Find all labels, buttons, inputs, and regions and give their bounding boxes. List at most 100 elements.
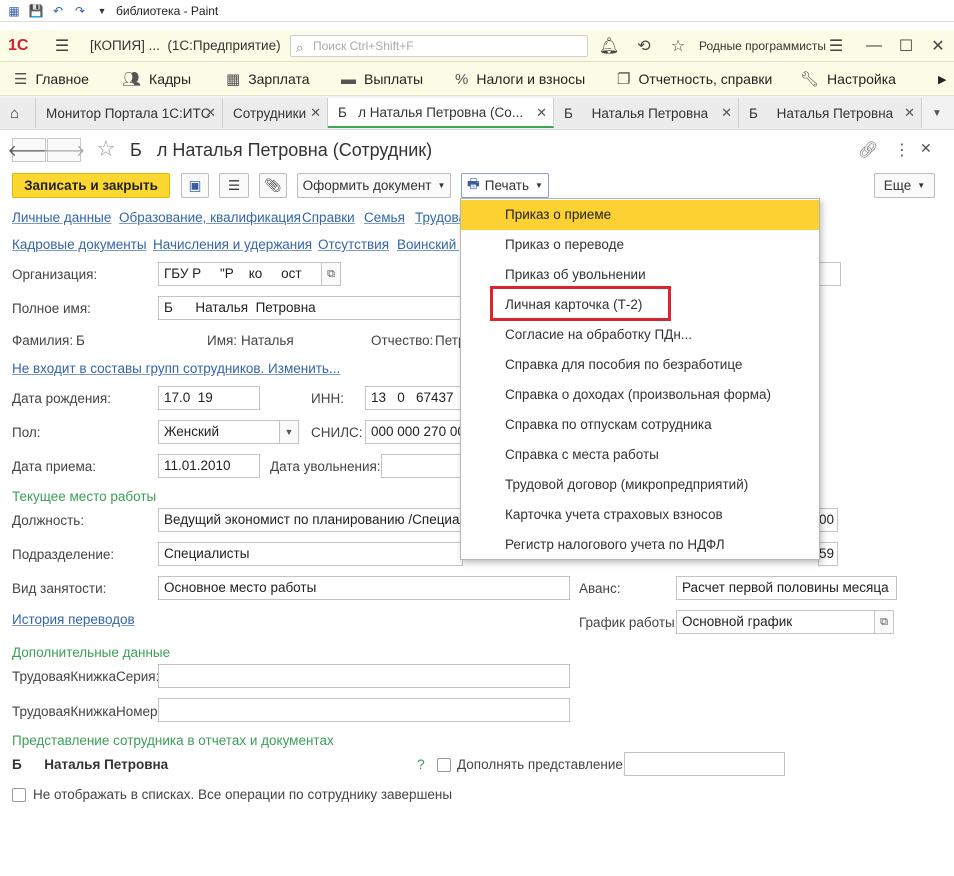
percent-icon: % [455, 70, 469, 88]
star-icon[interactable]: ☆ [668, 36, 688, 56]
user-name[interactable]: Родные программисты [699, 39, 826, 53]
position-field[interactable]: Ведущий экономист по планированию /Специ… [158, 508, 463, 532]
print-item-pd-consent[interactable]: Согласие на обработку ПДн... [461, 320, 819, 350]
customize-icon[interactable]: ▼ [94, 4, 110, 18]
save-and-close-button[interactable]: Записать и закрыть [12, 173, 170, 198]
link-certificates[interactable]: Справки [302, 210, 355, 225]
fullname-field[interactable]: Б Наталья Петровна [158, 296, 463, 320]
wrench-icon: 🔧︎ [800, 71, 820, 88]
menu-main[interactable]: ☰ Главное [14, 62, 89, 96]
print-item-unemployment-cert[interactable]: Справка для пособия по безработице [461, 350, 819, 380]
settings-menu-icon[interactable]: ☰ [826, 36, 846, 56]
print-item-ndfl-register[interactable]: Регистр налогового учета по НДФЛ [461, 530, 819, 560]
help-icon[interactable]: ? [417, 756, 425, 772]
bell-icon[interactable]: 🔔︎ [599, 36, 619, 56]
link-education[interactable]: Образование, квалификация [119, 210, 301, 225]
tab-employee-2[interactable]: Б Наталья Петровна ✕ [554, 98, 739, 128]
hire-label: Дата приема: [12, 459, 97, 474]
menu-settings[interactable]: 🔧︎ Настройка [800, 62, 896, 96]
schedule-open-button[interactable]: ⧉ [874, 610, 894, 634]
department-right-field[interactable]: 59 [818, 542, 838, 566]
hamburger-icon[interactable]: ☰ [52, 36, 72, 56]
org-field[interactable]: ГБУ Р "Р ко ост [158, 262, 322, 286]
more-vertical-icon[interactable]: ⋮ [894, 140, 910, 160]
menu-more-arrow[interactable]: ▶ [938, 62, 946, 96]
tab-employee-card-active[interactable]: Б л Наталья Петровна (Со... ✕ [328, 98, 554, 128]
forward-button[interactable]: 🡒 [43, 138, 85, 162]
tab-employees[interactable]: Сотрудники ✕ [223, 98, 328, 128]
print-button[interactable]: 🖶︎ Печать ▼ [461, 173, 549, 198]
sex-select[interactable]: Женский [158, 420, 280, 444]
department-field[interactable]: Специалисты [158, 542, 463, 566]
close-form-icon[interactable]: ✕ [920, 140, 932, 157]
favorite-star-icon[interactable]: ☆ [96, 136, 116, 162]
menu-taxes[interactable]: % Налоги и взносы [455, 62, 585, 96]
groups-link[interactable]: Не входит в составы групп сотрудников. И… [12, 361, 340, 376]
maximize-icon[interactable]: ☐ [896, 36, 916, 56]
undo-icon[interactable]: ↶ [50, 4, 66, 18]
snils-field[interactable]: 000 000 270 00 [365, 420, 462, 444]
transfer-history-link[interactable]: История переводов [12, 612, 135, 627]
hire-date-field[interactable]: 11.01.2010 [158, 454, 260, 478]
create-document-button[interactable]: Оформить документ ▼ [297, 173, 451, 198]
tab-employee-3[interactable]: Б Наталья Петровна ✕ [739, 98, 922, 128]
print-item-transfer-order[interactable]: Приказ о переводе [461, 230, 819, 260]
back-button[interactable]: 🡐 [8, 138, 50, 162]
menu-icon: ☰ [14, 71, 28, 88]
schedule-field[interactable]: Основной график [676, 610, 875, 634]
advance-field[interactable]: Расчет первой половины месяца [676, 576, 897, 600]
history-icon[interactable]: ⟲ [634, 36, 654, 56]
fire-date-field[interactable] [381, 454, 462, 478]
menu-hr[interactable]: 👥︎ Кадры [122, 62, 191, 96]
link-military[interactable]: Воинский у [397, 237, 467, 252]
link-icon[interactable]: 🔗︎ [858, 140, 878, 160]
link-personal-data[interactable]: Личные данные [12, 210, 111, 225]
redo-icon[interactable]: ↷ [72, 4, 88, 18]
minimize-icon[interactable]: — [864, 36, 884, 56]
position-right-field[interactable]: 00 [818, 508, 838, 532]
close-window-icon[interactable]: ✕ [928, 36, 948, 56]
close-tab-icon[interactable]: ✕ [904, 105, 915, 121]
menu-reports[interactable]: ❐ Отчетность, справки [617, 62, 772, 96]
menu-salary[interactable]: ▦ Зарплата [226, 62, 310, 96]
link-family[interactable]: Семья [364, 210, 405, 225]
close-tab-icon[interactable]: ✕ [205, 105, 216, 121]
calculator-icon: ▦ [226, 71, 241, 88]
attach-button[interactable]: 📎︎ [259, 173, 287, 198]
list-button[interactable]: ☰ [219, 173, 249, 198]
more-button[interactable]: Еще ▼ [874, 173, 935, 198]
employment-field[interactable]: Основное место работы [158, 576, 570, 600]
complement-field[interactable] [624, 752, 785, 776]
close-tab-icon[interactable]: ✕ [310, 105, 321, 121]
search-input[interactable]: ⌕ Поиск Ctrl+Shift+F [290, 35, 588, 57]
link-labor[interactable]: Трудова [415, 210, 466, 225]
search-icon: ⌕ [296, 40, 304, 55]
birth-date-field[interactable]: 17.0 19 [158, 386, 260, 410]
link-hr-documents[interactable]: Кадровые документы [12, 237, 147, 252]
book-number-field[interactable] [158, 698, 570, 722]
print-item-insurance-card[interactable]: Карточка учета страховых взносов [461, 500, 819, 530]
hide-checkbox[interactable] [12, 788, 26, 802]
tab-portal-monitor[interactable]: Монитор Портала 1С:ИТС ✕ [36, 98, 223, 128]
print-item-work-cert[interactable]: Справка с места работы [461, 440, 819, 470]
save-icon[interactable]: 💾 [28, 4, 44, 18]
representation-name: Б Наталья Петровна [12, 757, 169, 772]
tabs-dropdown-icon[interactable]: ▼ [932, 108, 942, 119]
link-accruals[interactable]: Начисления и удержания [153, 237, 312, 252]
org-open-button[interactable]: ⧉ [321, 262, 341, 286]
inn-field[interactable]: 13 0 67437 [365, 386, 462, 410]
tab-home[interactable]: ⌂ [0, 98, 36, 128]
save-button[interactable]: ▣ [181, 173, 209, 198]
print-item-labor-contract[interactable]: Трудовой договор (микропредприятий) [461, 470, 819, 500]
print-item-hire-order[interactable]: Приказ о приеме [461, 200, 819, 230]
print-item-vacation-cert[interactable]: Справка по отпускам сотрудника [461, 410, 819, 440]
link-absences[interactable]: Отсутствия [318, 237, 389, 252]
close-tab-icon[interactable]: ✕ [721, 105, 732, 121]
print-item-income-cert[interactable]: Справка о доходах (произвольная форма) [461, 380, 819, 410]
sex-dropdown-button[interactable]: ▼ [279, 420, 299, 444]
menu-payments[interactable]: ▬ Выплаты [341, 62, 423, 96]
close-tab-icon[interactable]: ✕ [536, 105, 547, 121]
book-series-field[interactable] [158, 664, 570, 688]
org-right-field[interactable] [818, 262, 841, 286]
complement-checkbox[interactable] [437, 758, 451, 772]
